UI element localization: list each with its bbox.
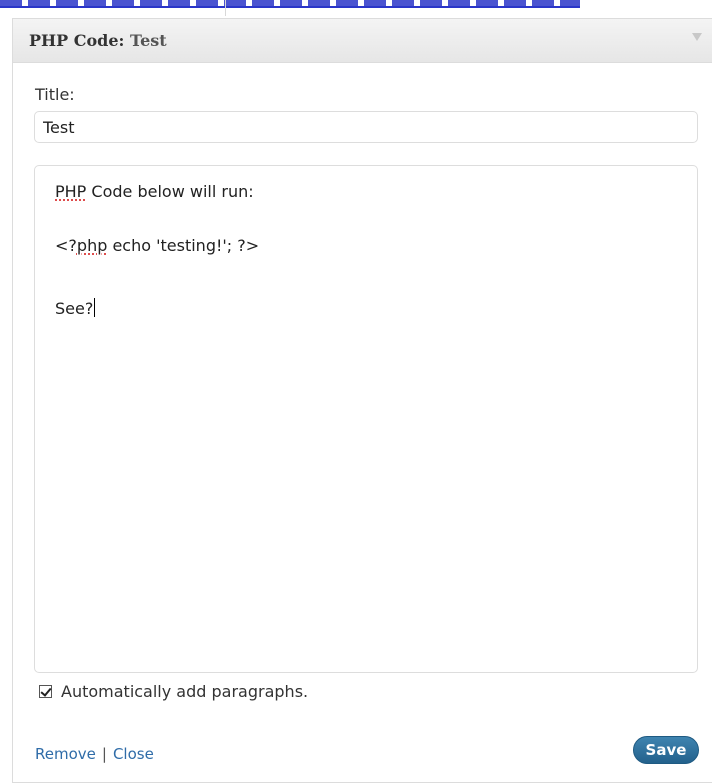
save-button[interactable]: Save	[633, 736, 699, 764]
link-underline	[0, 6, 580, 8]
code-line-3-text: See?	[55, 299, 94, 318]
widget-title-separator: :	[118, 31, 125, 50]
code-line-1: PHP Code below will run:	[55, 182, 254, 201]
page: PHP Code: Test Title: PHP Code below wil…	[0, 0, 712, 783]
code-line-1-rest: Code below will run:	[86, 182, 254, 201]
footer-links: Remove | Close	[35, 745, 154, 763]
link-separator: |	[101, 745, 107, 763]
cropped-top-link[interactable]	[0, 0, 580, 10]
title-label: Title:	[35, 85, 75, 104]
close-link[interactable]: Close	[113, 745, 154, 763]
top-divider	[225, 0, 226, 16]
widget-header[interactable]: PHP Code: Test	[13, 19, 712, 63]
spellcheck-word-php-tag: php	[76, 236, 108, 255]
widget-title: PHP Code: Test	[29, 31, 167, 50]
code-line-2: <?php echo 'testing!'; ?>	[55, 236, 259, 255]
auto-paragraphs-row[interactable]: Automatically add paragraphs.	[39, 681, 308, 701]
widget-instance-name: Test	[130, 31, 167, 50]
collapse-toggle-icon[interactable]	[692, 33, 702, 41]
php-code-widget: PHP Code: Test Title: PHP Code below wil…	[12, 18, 712, 783]
title-input[interactable]	[34, 111, 698, 143]
auto-paragraphs-checkbox[interactable]	[39, 684, 52, 698]
code-line-2-rest: echo 'testing!'; ?>	[107, 236, 260, 255]
spellcheck-word-php: PHP	[55, 182, 87, 201]
checkmark-icon	[40, 684, 52, 697]
code-line-2-open: <?	[55, 236, 77, 255]
remove-link[interactable]: Remove	[35, 745, 96, 763]
widget-type-label: PHP Code	[29, 31, 119, 50]
auto-paragraphs-label[interactable]: Automatically add paragraphs.	[61, 682, 308, 701]
text-caret	[94, 298, 96, 317]
code-line-3: See?	[55, 298, 96, 318]
php-code-textarea[interactable]: PHP Code below will run: <?php echo 'tes…	[34, 165, 698, 673]
